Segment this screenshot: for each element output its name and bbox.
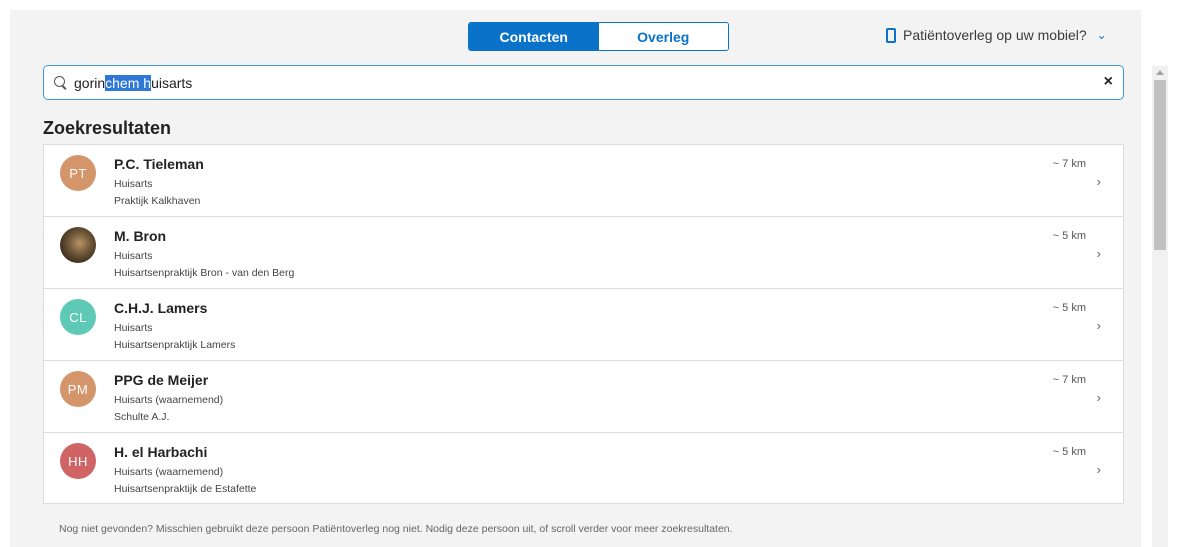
search-query-selection: chem h [105,74,152,91]
distance-label: ~ 5 km [1052,446,1086,458]
search-query-suffix: uisarts [151,74,193,91]
contact-practice: Huisartsenpraktijk Bron - van den Berg [114,267,295,279]
mobile-app-label: Patiëntoverleg op uw mobiel? [903,27,1087,43]
tab-overleg[interactable]: Overleg [598,23,728,50]
contact-role: Huisarts [114,250,153,262]
view-tabs: Contacten Overleg [468,22,729,51]
search-query[interactable]: gorinchem huisarts [74,74,193,91]
contact-role: Huisarts [114,322,153,334]
contact-name: H. el Harbachi [114,444,208,460]
chevron-down-icon: ⌄ [1096,28,1107,42]
search-query-prefix: gorin [74,74,106,91]
phone-icon [886,27,896,43]
results-list: PT P.C. Tieleman Huisarts Praktijk Kalkh… [43,144,1124,504]
contact-role: Huisarts (waarnemend) [114,466,224,478]
result-row[interactable]: PT P.C. Tieleman Huisarts Praktijk Kalkh… [44,145,1123,217]
chevron-right-icon: › [1096,318,1101,333]
search-input[interactable]: gorinchem huisarts × [43,65,1124,100]
result-row[interactable]: HH H. el Harbachi Huisarts (waarnemend) … [44,433,1123,505]
contact-role: Huisarts [114,178,153,190]
avatar [60,227,96,263]
contact-practice: Schulte A.J. [114,411,170,423]
footer-hint: Nog niet gevonden? Misschien gebruikt de… [59,523,733,535]
contact-name: P.C. Tieleman [114,156,204,172]
contact-practice: Praktijk Kalkhaven [114,195,201,207]
avatar: PM [60,371,96,407]
chevron-right-icon: › [1096,390,1101,405]
scrollbar[interactable] [1152,66,1168,547]
contact-practice: Huisartsenpraktijk Lamers [114,339,236,351]
avatar: PT [60,155,96,191]
chevron-right-icon: › [1096,462,1101,477]
distance-label: ~ 7 km [1052,158,1086,170]
result-row[interactable]: M. Bron Huisarts Huisartsenpraktijk Bron… [44,217,1123,289]
distance-label: ~ 5 km [1052,302,1086,314]
avatar: CL [60,299,96,335]
contact-name: M. Bron [114,228,167,244]
result-row[interactable]: CL C.H.J. Lamers Huisarts Huisartsenprak… [44,289,1123,361]
result-row[interactable]: PM PPG de Meijer Huisarts (waarnemend) S… [44,361,1123,433]
contact-practice: Huisartsenpraktijk de Estafette [114,483,257,495]
scrollbar-thumb[interactable] [1154,80,1166,250]
search-icon [54,75,68,90]
mobile-app-dropdown[interactable]: Patiëntoverleg op uw mobiel? ⌄ [886,27,1107,43]
scroll-up-icon[interactable] [1156,70,1164,75]
avatar: HH [60,443,96,479]
contact-role: Huisarts (waarnemend) [114,394,224,406]
distance-label: ~ 5 km [1052,230,1086,242]
clear-icon[interactable]: × [1104,73,1113,91]
results-heading: Zoekresultaten [43,118,172,138]
distance-label: ~ 7 km [1052,374,1086,386]
contact-name: C.H.J. Lamers [114,300,208,316]
contact-name: PPG de Meijer [114,372,209,388]
tab-contacten[interactable]: Contacten [469,23,599,50]
chevron-right-icon: › [1096,174,1101,189]
chevron-right-icon: › [1096,246,1101,261]
